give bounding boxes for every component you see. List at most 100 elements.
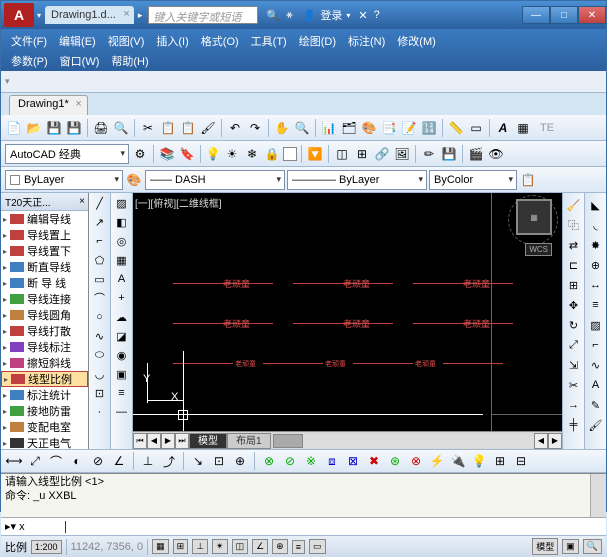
open-icon[interactable]: 📂 (25, 119, 43, 137)
text-icon[interactable]: A (494, 119, 512, 137)
area-icon[interactable]: ▭ (467, 119, 485, 137)
rect-icon[interactable]: ▭ (92, 271, 108, 287)
rotate-icon[interactable]: ↻ (566, 317, 582, 333)
elec-icon-2[interactable]: ⊘ (281, 452, 299, 470)
polyline-icon[interactable]: ⌐ (92, 233, 108, 249)
elec-icon-3[interactable]: ※ (302, 452, 320, 470)
dim-ord-icon[interactable]: ⊥ (139, 452, 157, 470)
mirror-icon[interactable]: ⇄ (566, 237, 582, 253)
palette-item[interactable]: 断直导线 (1, 259, 88, 275)
scale-icon[interactable]: ⤢ (566, 337, 582, 353)
palette-item[interactable]: 导线置下 (1, 243, 88, 259)
lengthen-icon[interactable]: ↔ (588, 277, 604, 293)
elec-icon-10[interactable]: 🔌 (449, 452, 467, 470)
elec-icon-4[interactable]: ⧈ (323, 452, 341, 470)
tab-first-icon[interactable]: ⏮ (133, 433, 147, 449)
insert-icon[interactable]: ⊞ (353, 145, 371, 163)
new-icon[interactable]: 📄 (5, 119, 23, 137)
array-icon[interactable]: ⊞ (566, 277, 582, 293)
dim-jog-icon[interactable]: ⤴ (160, 452, 178, 470)
xline-icon[interactable]: — (114, 404, 130, 420)
redo-icon[interactable]: ↷ (246, 119, 264, 137)
distance-icon[interactable]: 📏 (447, 119, 465, 137)
block-write-icon[interactable]: 💾 (440, 145, 458, 163)
design-center-icon[interactable]: 🗂 (340, 119, 358, 137)
gradient-icon[interactable]: ◧ (114, 214, 130, 230)
palette-item[interactable]: 线型比例 (1, 371, 88, 387)
move-icon[interactable]: ✥ (566, 297, 582, 313)
workspace-combo[interactable]: AutoCAD 经典 (5, 144, 129, 164)
menu-item[interactable]: 格式(O) (197, 33, 243, 49)
prop-match-icon[interactable]: 🖌 (588, 417, 604, 433)
dim-angular-icon[interactable]: ∠ (110, 452, 128, 470)
layout-max-icon[interactable]: ▣ (562, 539, 579, 554)
mtext-icon[interactable]: A (114, 271, 130, 287)
elec-icon-6[interactable]: ✖ (365, 452, 383, 470)
revision-icon[interactable]: ☁ (114, 309, 130, 325)
palette-item[interactable]: 导线打散 (1, 323, 88, 339)
scroll-right-icon[interactable]: ▶ (548, 433, 562, 449)
elec-icon-12[interactable]: ⊞ (491, 452, 509, 470)
tab-next-icon[interactable]: ▶ (161, 433, 175, 449)
document-tab[interactable]: Drawing1* (9, 95, 88, 115)
elec-icon-5[interactable]: ⊠ (344, 452, 362, 470)
ray-icon[interactable]: ↗ (92, 214, 108, 230)
copy-obj-icon[interactable]: ⿻ (566, 217, 582, 233)
menu-item[interactable]: 文件(F) (7, 33, 51, 49)
print-icon[interactable]: 🖨 (92, 119, 110, 137)
menu-item[interactable]: 窗口(W) (56, 53, 104, 69)
boundary-icon[interactable]: ▣ (114, 366, 130, 382)
plotstyle-combo[interactable]: ByColor (429, 170, 517, 190)
h-scrollbar[interactable] (273, 434, 534, 448)
xref-icon[interactable]: 🔗 (373, 145, 391, 163)
menu-item[interactable]: 帮助(H) (107, 53, 152, 69)
elec-icon-11[interactable]: 💡 (470, 452, 488, 470)
render-icon[interactable]: 🎬 (467, 145, 485, 163)
linetype-combo[interactable]: —— DASH (145, 170, 285, 190)
paste-icon[interactable]: 📋 (179, 119, 197, 137)
stretch-icon[interactable]: ⇲ (566, 357, 582, 373)
dim-diameter-icon[interactable]: ⊘ (89, 452, 107, 470)
edit-text-icon[interactable]: A (588, 377, 604, 393)
calc-icon[interactable]: 🔢 (420, 119, 438, 137)
menu-item[interactable]: 修改(M) (393, 33, 440, 49)
command-history[interactable]: 请输入线型比例 <1> 命令: _u XXBL (1, 474, 590, 517)
palette-item[interactable]: 标注统计 (1, 387, 88, 403)
break-icon[interactable]: ╪ (566, 417, 582, 433)
list-icon[interactable]: 📋 (519, 171, 537, 189)
palette-item[interactable]: 导线圆角 (1, 307, 88, 323)
copy-icon[interactable]: 📋 (159, 119, 177, 137)
preview-icon[interactable]: 🔍 (112, 119, 130, 137)
app-logo[interactable]: A (4, 3, 34, 27)
save-icon[interactable]: 💾 (45, 119, 63, 137)
minimize-button[interactable]: — (522, 6, 550, 24)
elec-icon-9[interactable]: ⚡ (428, 452, 446, 470)
join-icon[interactable]: ⊕ (588, 257, 604, 273)
edit-spline-icon[interactable]: ∿ (588, 357, 604, 373)
tab-layout1[interactable]: 布局1 (227, 433, 271, 449)
offset-icon[interactable]: ⊏ (566, 257, 582, 273)
polar-button[interactable]: ✴ (212, 539, 228, 554)
color-swatch[interactable] (283, 147, 297, 161)
palette-item[interactable]: 擦短斜线 (1, 355, 88, 371)
layer-combo-icon[interactable]: 💡 (205, 145, 221, 163)
leader-icon[interactable]: ↘ (189, 452, 207, 470)
layer-combo[interactable]: ByLayer (5, 170, 123, 190)
view-cube[interactable]: ▦ (516, 199, 552, 235)
sheet-set-icon[interactable]: 📑 (380, 119, 398, 137)
align-icon[interactable]: ≡ (588, 297, 604, 313)
undo-icon[interactable]: ↶ (226, 119, 244, 137)
lineweight-combo[interactable]: ———— ByLayer (287, 170, 427, 190)
snap-button[interactable]: ▦ (152, 539, 169, 554)
fillet-icon[interactable]: ◟ (588, 217, 604, 233)
edit-hatch-icon[interactable]: ▨ (588, 317, 604, 333)
ellipse-arc-icon[interactable]: ◡ (92, 366, 108, 382)
model-viewport[interactable]: [一][俯视][二维线框] ▦ WCS 老顽童 老顽童 老顽童 老顽童 老顽童 … (133, 193, 562, 431)
region-icon[interactable]: ◎ (114, 233, 130, 249)
wcs-label[interactable]: WCS (525, 243, 552, 256)
table-icon-2[interactable]: ▦ (114, 252, 130, 268)
layer-props-icon[interactable]: 📚 (158, 145, 176, 163)
command-input[interactable]: ▸▾ x (1, 517, 606, 535)
lock-icon[interactable]: 🔒 (263, 145, 281, 163)
visual-icon[interactable]: 👁 (487, 145, 505, 163)
